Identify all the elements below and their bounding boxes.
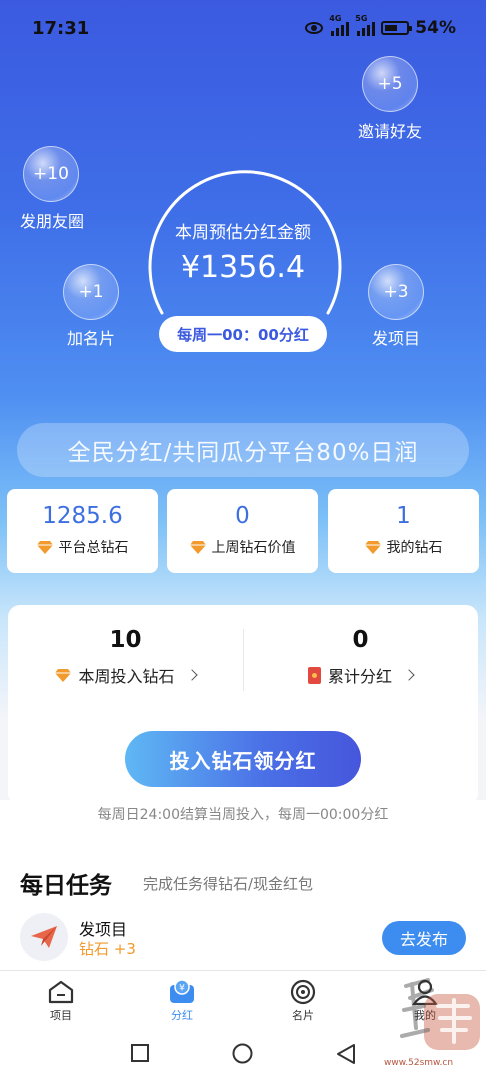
total-dividend-label: 累计分红 [327,667,392,686]
moments-bubble-value: +10 [33,164,69,184]
total-dividend-value: 0 [352,627,369,653]
signal-icon: 4G [329,14,350,36]
settlement-note: 每周日24:00结算当周投入，每周一00:00分红 [97,807,389,823]
back-triangle-icon[interactable] [336,1043,356,1069]
invest-card: 10 本周投入钻石 0 累计分红 投入钻石领分红 [8,605,478,805]
stat-value: 0 [235,503,250,529]
chevron-right-icon [185,669,198,681]
tab-dividend[interactable]: ¥ 分红 [142,977,222,1023]
card-icon [263,977,343,1007]
tab-projects[interactable]: 项目 [21,977,101,1023]
battery-percent: 54% [415,18,456,38]
card-bubble-value: +1 [78,282,104,302]
project-label[interactable]: 发项目 [341,325,451,349]
status-icons: 4G 5G 54% [305,14,456,38]
weekly-dividend-pill: 每周一00：00分红 [159,316,327,352]
battery-icon [381,21,413,35]
stat-label: 平台总钻石 [58,540,129,556]
stat-last-week-value: 0 上周钻石价值 [167,489,318,573]
tab-label: 分红 [171,1009,193,1022]
stat-my-diamonds: 1 我的钻石 [328,489,479,573]
status-bar: 17:31 4G 5G 54% [0,0,486,56]
promo-banner: 全民分红/共同瓜分平台80%日润 [17,423,469,477]
invite-bubble-value: +5 [377,74,403,94]
estimate-title: 本周预估分红金额 [175,223,311,243]
tasks-title: 每日任务 [20,873,112,899]
tab-label: 项目 [50,1009,72,1022]
chevron-right-icon [403,669,415,681]
weekly-invest-label: 本周投入钻石 [78,667,175,686]
task-reward: 钻石 +3 [79,940,136,958]
diamond-icon [36,540,53,554]
tab-label: 名片 [292,1009,314,1022]
paper-plane-icon [20,913,68,961]
project-bubble[interactable]: +3 [368,264,424,320]
dividend-icon: ¥ [142,977,222,1007]
total-dividend-stat[interactable]: 0 累计分红 [243,627,478,687]
watermark-seal [400,978,480,1050]
moments-bubble[interactable]: +10 [23,146,79,202]
task-name: 发项目 [79,920,128,939]
home-circle-icon[interactable] [232,1043,253,1068]
invite-label[interactable]: 邀请好友 [335,118,445,142]
weekly-invest-stat[interactable]: 10 本周投入钻石 [8,627,243,687]
signal-icon: 5G [355,14,376,36]
card-label[interactable]: 加名片 [36,325,146,349]
stat-value: 1 [396,503,411,529]
eye-icon [305,22,324,34]
moments-label[interactable]: 发朋友圈 [0,208,107,232]
invite-bubble[interactable]: +5 [362,56,418,112]
estimate-amount: ¥1356.4 [180,250,306,285]
tasks-subtitle: 完成任务得钻石/现金红包 [143,875,314,893]
card-bubble[interactable]: +1 [63,264,119,320]
publish-button[interactable]: 去发布 [382,921,466,955]
diamond-icon [364,540,381,554]
diamond-icon [55,668,72,682]
stat-platform-diamonds: 1285.6 平台总钻石 [7,489,158,573]
home-icon [21,977,101,1007]
diamond-icon [189,540,206,554]
red-packet-icon [307,666,321,684]
stat-label: 我的钻石 [386,540,443,556]
stat-value: 1285.6 [42,503,123,529]
project-bubble-value: +3 [383,282,409,302]
svg-text:¥: ¥ [179,984,185,994]
status-time: 17:31 [32,18,90,39]
stat-label: 上周钻石价值 [211,540,296,556]
watermark-url: www.52smw.cn [384,1058,454,1068]
recents-icon[interactable] [131,1044,149,1066]
invest-diamond-button[interactable]: 投入钻石领分红 [125,731,361,787]
weekly-invest-value: 10 [109,627,142,653]
tab-card[interactable]: 名片 [263,977,343,1023]
